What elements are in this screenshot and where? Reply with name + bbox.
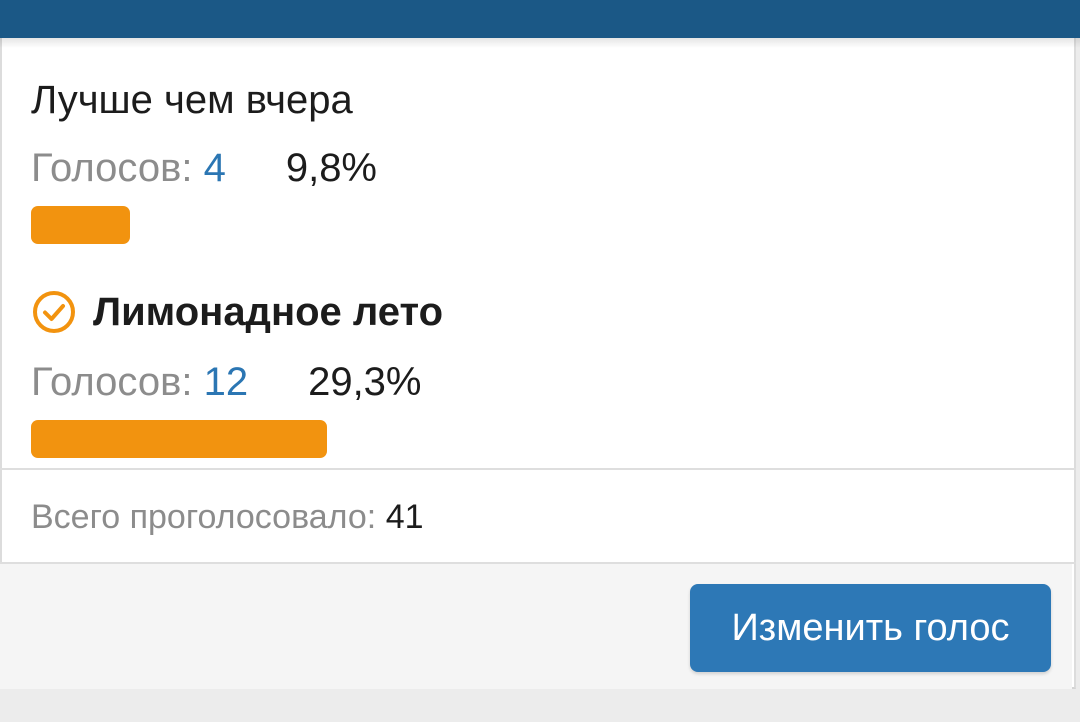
top-app-bar [0, 0, 1080, 38]
poll-option-1: Лучше чем вчера Голосов: 4 9,8% [31, 76, 1041, 244]
votes-label: Голосов: [31, 360, 193, 404]
result-bar-fill [31, 206, 130, 244]
votes-percent: 9,8% [285, 146, 377, 190]
divider [0, 468, 1076, 470]
poll-option-stats: Голосов: 4 9,8% [31, 144, 1041, 192]
poll-option-2: Лимонадное лето Голосов: 12 29,3% [31, 288, 1041, 458]
change-vote-button[interactable]: Изменить голос [690, 584, 1051, 672]
total-votes: Всего проголосовало: 41 [31, 497, 424, 537]
poll-option-title: Лимонадное лето [93, 290, 443, 334]
total-votes-label: Всего проголосовало: [31, 498, 377, 536]
votes-count: 4 [203, 146, 226, 190]
result-bar-fill [31, 420, 327, 458]
votes-percent: 29,3% [308, 360, 422, 404]
poll-option-title-row: Лимонадное лето [31, 288, 1041, 336]
poll-option-stats: Голосов: 12 29,3% [31, 358, 1041, 406]
votes-count: 12 [203, 360, 249, 404]
result-bar-track [31, 420, 1041, 458]
check-circle-icon [31, 289, 77, 335]
poll-option-title: Лучше чем вчера [31, 78, 353, 122]
votes-label: Голосов: [31, 146, 193, 190]
result-bar-track [31, 206, 1041, 244]
total-votes-value: 41 [385, 498, 424, 536]
